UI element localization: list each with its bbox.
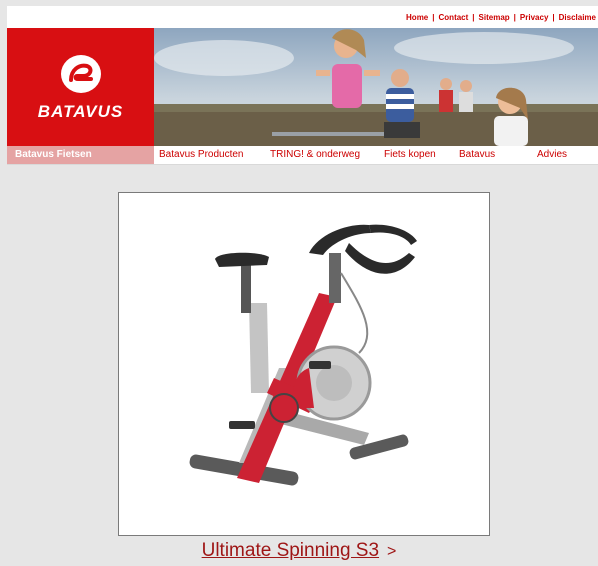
header-banner: BATAVUS	[7, 28, 598, 146]
link-sitemap[interactable]: Sitemap	[479, 13, 510, 22]
link-home[interactable]: Home	[406, 13, 428, 22]
product-image-frame[interactable]	[118, 192, 490, 536]
page: Home | Contact | Sitemap | Privacy | Dis…	[0, 0, 598, 566]
nav-item-tring-onderweg[interactable]: TRING! & onderweg	[270, 146, 360, 164]
separator: |	[552, 12, 555, 22]
product-link: Ultimate Spinning S3 >	[0, 540, 598, 562]
main-navigation: Batavus Fietsen Batavus Producten TRING!…	[7, 146, 598, 165]
nav-item-advies[interactable]: Advies	[537, 146, 567, 164]
brand-logo[interactable]: BATAVUS	[7, 28, 154, 146]
separator: |	[432, 12, 435, 22]
nav-item-batavus-producten[interactable]: Batavus Producten	[159, 146, 244, 164]
separator: |	[513, 12, 516, 22]
product-name-link[interactable]: Ultimate Spinning S3	[202, 540, 379, 561]
link-disclaimer[interactable]: Disclaime	[559, 13, 596, 22]
link-contact[interactable]: Contact	[439, 13, 469, 22]
batavus-logo-icon	[60, 55, 101, 93]
spinning-bike-image	[189, 224, 417, 486]
brand-wordmark: BATAVUS	[37, 102, 124, 121]
separator: |	[472, 12, 475, 22]
nav-item-fiets-kopen[interactable]: Fiets kopen	[384, 146, 436, 164]
nav-item-batavus[interactable]: Batavus	[459, 146, 495, 164]
arrow-right-icon[interactable]: >	[387, 543, 396, 560]
link-privacy[interactable]: Privacy	[520, 13, 548, 22]
nav-item-batavus-fietsen[interactable]: Batavus Fietsen	[7, 146, 154, 164]
utility-links-bar: Home | Contact | Sitemap | Privacy | Dis…	[7, 6, 598, 28]
header-photo-cyclists	[154, 28, 598, 146]
